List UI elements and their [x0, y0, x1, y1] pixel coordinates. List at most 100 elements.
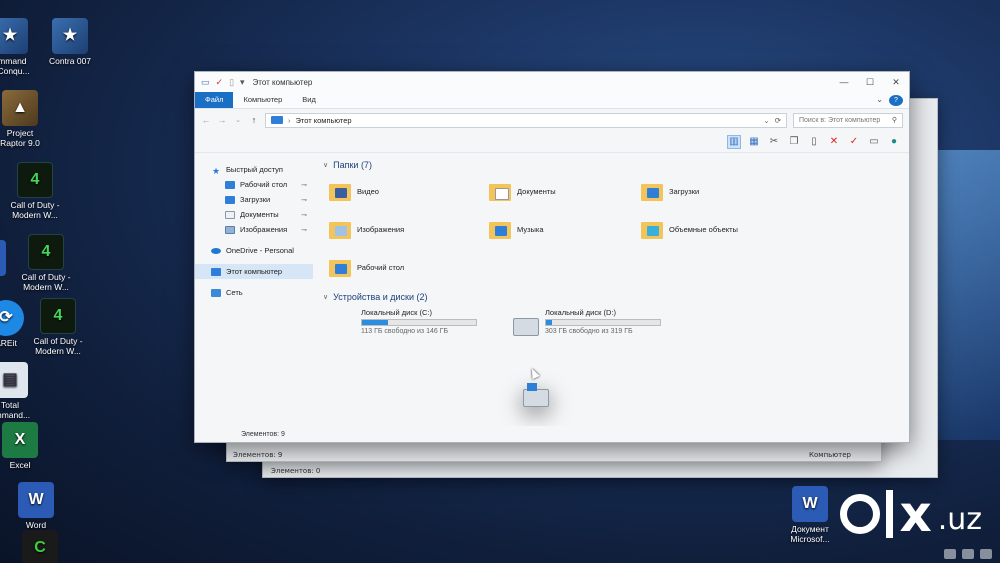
chevron-down-icon[interactable]: ∨: [323, 161, 328, 169]
recent-dropdown-icon[interactable]: ⌄: [233, 116, 243, 124]
forward-arrow-icon[interactable]: →: [217, 115, 227, 125]
music-folder-icon: [489, 218, 511, 240]
delete-icon[interactable]: ✕: [827, 135, 841, 149]
nav-downloads[interactable]: Загрузки ⊸: [195, 192, 313, 207]
documents-folder-icon: [489, 180, 511, 202]
desktop-icon[interactable]: W Word: [0, 482, 76, 531]
file-explorer-window[interactable]: ▭ ✓ ▯ ▾ Этот компьютер — ☐ ✕ Файл Компью…: [194, 71, 910, 443]
folders-section-header[interactable]: ∨ Папки (7): [323, 160, 899, 170]
quick-access-toolbar: ▭ ✓ ▯ ▾: [201, 77, 245, 88]
desktop-icon-word-document[interactable]: W Документ Microsof...: [770, 486, 850, 545]
folder-3d-objects[interactable]: Объемные объекты: [641, 214, 801, 244]
search-icon[interactable]: ⚲: [892, 116, 897, 124]
desktop-icon[interactable]: ▤Total ommand...: [0, 362, 50, 421]
title-bar[interactable]: ▭ ✓ ▯ ▾ Этот компьютер — ☐ ✕: [195, 72, 909, 92]
download-icon: [225, 195, 235, 204]
cut-icon[interactable]: ✂: [767, 135, 781, 149]
folder-music[interactable]: Музыка: [489, 214, 641, 244]
drive-c[interactable]: Локальный диск (C:) 113 ГБ свободно из 1…: [329, 308, 549, 407]
window-title: Этот компьютер: [252, 77, 313, 87]
app-icon: ⟳: [0, 300, 24, 336]
pin-icon: ⊸: [301, 196, 307, 204]
help-icon[interactable]: ?: [889, 95, 903, 106]
tray-icon[interactable]: [962, 549, 974, 559]
drive-usage-bar: [545, 319, 661, 326]
address-input[interactable]: › Этот компьютер ⌄ ⟳: [265, 112, 787, 128]
desktop-icon-label: Документ Microsof...: [790, 524, 830, 544]
3d-objects-folder-icon: [641, 218, 663, 240]
app-icon: ★: [52, 18, 88, 54]
properties-icon[interactable]: ✓: [216, 77, 224, 88]
status-item-count: Элементов: 0: [271, 467, 321, 475]
nav-documents[interactable]: Документы ⊸: [195, 207, 313, 222]
tab-view[interactable]: Вид: [292, 92, 326, 108]
drives-list: Локальный диск (C:) 113 ГБ свободно из 1…: [329, 308, 899, 407]
olx-watermark: x .uz: [840, 489, 982, 539]
back-arrow-icon[interactable]: ←: [201, 115, 211, 125]
breadcrumb-separator-icon: ›: [288, 115, 291, 125]
paste-icon[interactable]: ▯: [807, 135, 821, 149]
checkmark-icon[interactable]: ✓: [847, 135, 861, 149]
hard-drive-icon: [513, 318, 539, 336]
preview-pane-icon[interactable]: ▥: [727, 134, 741, 149]
folder-desktop[interactable]: Рабочий стол: [329, 252, 489, 282]
rename-icon[interactable]: ▭: [867, 135, 881, 149]
desktop-icon[interactable]: ⟳ AREit: [0, 300, 46, 349]
desktop-icon[interactable]: ★ Contra 007: [30, 18, 110, 67]
refresh-icon[interactable]: ⟳: [775, 116, 781, 125]
expand-ribbon-icon[interactable]: ⌄: [876, 92, 883, 108]
copy-icon[interactable]: ❐: [787, 135, 801, 149]
nav-network[interactable]: Сеть: [195, 285, 313, 300]
close-button[interactable]: ✕: [883, 77, 909, 88]
drive-d[interactable]: Локальный диск (D:) 303 ГБ свободно из 3…: [513, 308, 661, 336]
star-icon: ★: [211, 165, 221, 176]
desktop-icon[interactable]: m: [0, 240, 28, 289]
folder-downloads[interactable]: Загрузки: [641, 176, 801, 206]
tray-icon[interactable]: [980, 549, 992, 559]
chevron-down-icon[interactable]: ▾: [240, 77, 245, 88]
maximize-button[interactable]: ☐: [857, 77, 883, 88]
olx-logo-uz: .uz: [937, 501, 982, 537]
desktop-icon[interactable]: X Excel: [0, 422, 60, 471]
desktop-icon-label: Excel: [9, 460, 31, 470]
nav-desktop[interactable]: Рабочий стол ⊸: [195, 177, 313, 192]
desktop-icon: [225, 180, 235, 189]
app-icon: 4: [28, 234, 64, 270]
desktop-icon[interactable]: 4 Call of Duty - Modern W...: [0, 162, 75, 221]
tray-icon[interactable]: [944, 549, 956, 559]
nav-this-pc[interactable]: Этот компьютер: [195, 264, 313, 279]
desktop-icon-label: Project Raptor 9.0: [0, 128, 40, 148]
chevron-down-icon[interactable]: ⌄: [763, 116, 769, 125]
desktop-icon[interactable]: ▲ Project Raptor 9.0: [0, 90, 60, 149]
custom-toolbar: ▥ ▦ ✂ ❐ ▯ ✕ ✓ ▭ ●: [195, 131, 909, 153]
desktop-icon[interactable]: CCCLEANER: [0, 530, 80, 563]
pin-icon: ⊸: [301, 181, 307, 189]
drive-name: Локальный диск (C:): [361, 308, 432, 317]
globe-icon[interactable]: ●: [887, 135, 901, 149]
desktop-icon-label: Contra 007: [48, 56, 92, 66]
system-drive-icon: [523, 383, 549, 407]
search-input[interactable]: Поиск в: Этот компьютер ⚲: [793, 112, 903, 128]
nav-quick-access[interactable]: ★ Быстрый доступ: [195, 162, 313, 177]
document-icon: [225, 210, 235, 219]
word-document-icon: W: [792, 486, 828, 522]
desktop-icon-label: AREit: [0, 338, 17, 348]
layout-icon[interactable]: ▦: [747, 135, 761, 149]
nav-pictures[interactable]: Изображения ⊸: [195, 222, 313, 237]
tab-file[interactable]: Файл: [195, 92, 234, 108]
folder-documents[interactable]: Документы: [489, 176, 641, 206]
tab-computer[interactable]: Компьютер: [233, 92, 292, 108]
system-tray: [944, 549, 992, 559]
folder-pictures[interactable]: Изображения: [329, 214, 489, 244]
content-pane[interactable]: ∨ Папки (7) Видео Документы Загрузки Изо…: [313, 154, 909, 426]
nav-onedrive[interactable]: OneDrive - Personal: [195, 243, 313, 258]
devices-section-header[interactable]: ∨ Устройства и диски (2): [323, 292, 899, 302]
chevron-down-icon[interactable]: ∨: [323, 293, 328, 301]
breadcrumb[interactable]: Этот компьютер: [296, 116, 759, 125]
folder-videos[interactable]: Видео: [329, 176, 489, 206]
up-arrow-icon[interactable]: ↑: [249, 115, 259, 125]
new-folder-icon[interactable]: ▯: [229, 77, 234, 88]
olx-logo-l: [886, 490, 894, 538]
pin-icon: ⊸: [301, 211, 307, 219]
minimize-button[interactable]: —: [831, 77, 857, 87]
